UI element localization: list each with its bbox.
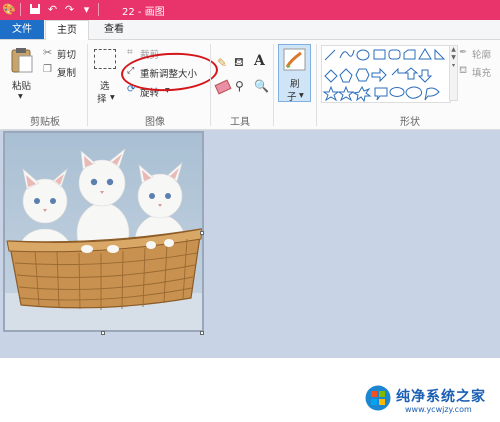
shapes-gallery-icons[interactable] bbox=[322, 46, 450, 103]
tab-home[interactable]: 主页 bbox=[45, 20, 89, 40]
pencil-icon[interactable]: ✎ bbox=[217, 56, 227, 70]
brushes-dropdown-icon[interactable]: ▾ bbox=[299, 90, 304, 101]
paste-icon[interactable] bbox=[10, 46, 34, 74]
fill-icon: ⛾ bbox=[459, 65, 468, 76]
redo-icon[interactable]: ↷ bbox=[63, 3, 76, 16]
magnifier-icon[interactable]: 🔍 bbox=[254, 79, 269, 93]
watermark-url: www.ycwjzy.com bbox=[405, 405, 472, 414]
windows-logo-icon bbox=[365, 385, 391, 411]
paste-button-label[interactable]: 粘贴 bbox=[12, 78, 31, 92]
watermark-title: 纯净系统之家 bbox=[396, 389, 486, 405]
scissors-icon[interactable]: ✂ bbox=[43, 46, 52, 59]
save-icon[interactable] bbox=[28, 3, 41, 16]
shapes-gallery[interactable] bbox=[321, 45, 451, 103]
paint-app-icon[interactable]: 🎨 bbox=[2, 3, 16, 16]
image-group-label: 图像 bbox=[145, 117, 165, 128]
select-button-label-1[interactable]: 选 bbox=[100, 78, 110, 92]
tab-view[interactable]: 查看 bbox=[92, 20, 136, 39]
resize-handle-corner[interactable] bbox=[200, 331, 204, 335]
resize-handle-bottom[interactable] bbox=[101, 331, 105, 335]
clipboard-group-label: 剪贴板 bbox=[30, 117, 60, 128]
tools-group-label: 工具 bbox=[230, 117, 250, 128]
fill-button: 填充 bbox=[472, 68, 492, 79]
crop-icon: ⌗ bbox=[127, 47, 133, 58]
paste-dropdown-icon[interactable]: ▾ bbox=[18, 91, 23, 102]
brush-icon[interactable] bbox=[283, 48, 306, 71]
undo-icon[interactable]: ↶ bbox=[46, 3, 59, 16]
shapes-scrollbar[interactable]: ▲ ▼ ▾ bbox=[449, 45, 458, 101]
group-divider bbox=[273, 44, 274, 126]
color-picker-icon[interactable]: ⚲ bbox=[235, 79, 244, 93]
select-button-label-2[interactable]: 择 bbox=[97, 91, 107, 105]
select-dropdown-icon[interactable]: ▾ bbox=[110, 92, 115, 103]
cut-button[interactable]: 剪切 bbox=[57, 47, 76, 61]
text-icon[interactable]: A bbox=[254, 53, 265, 69]
title-separator bbox=[98, 3, 99, 16]
canvas-image[interactable] bbox=[5, 133, 202, 330]
outline-button: 轮廓 bbox=[472, 50, 492, 61]
shapes-group-label: 形状 bbox=[400, 117, 420, 128]
brushes-label-1[interactable]: 刷 bbox=[290, 76, 300, 90]
group-divider bbox=[210, 44, 211, 126]
fill-bucket-icon[interactable]: ⛾ bbox=[234, 55, 244, 71]
group-divider bbox=[316, 44, 317, 126]
group-divider bbox=[87, 44, 88, 126]
select-icon[interactable] bbox=[94, 49, 116, 69]
window-title: 22 - 画图 bbox=[122, 7, 165, 18]
brushes-label-2[interactable]: 子 bbox=[287, 89, 297, 103]
title-separator bbox=[20, 3, 21, 16]
copy-button[interactable]: 复制 bbox=[57, 65, 76, 79]
kittens-in-basket-picture bbox=[5, 133, 202, 330]
outline-icon: ✒ bbox=[459, 47, 468, 58]
resize-handle-right[interactable] bbox=[200, 231, 204, 235]
quick-access-dropdown-icon[interactable]: ▾ bbox=[80, 3, 93, 16]
tab-file[interactable]: 文件 bbox=[0, 20, 44, 39]
copy-icon[interactable]: ❐ bbox=[43, 64, 52, 75]
